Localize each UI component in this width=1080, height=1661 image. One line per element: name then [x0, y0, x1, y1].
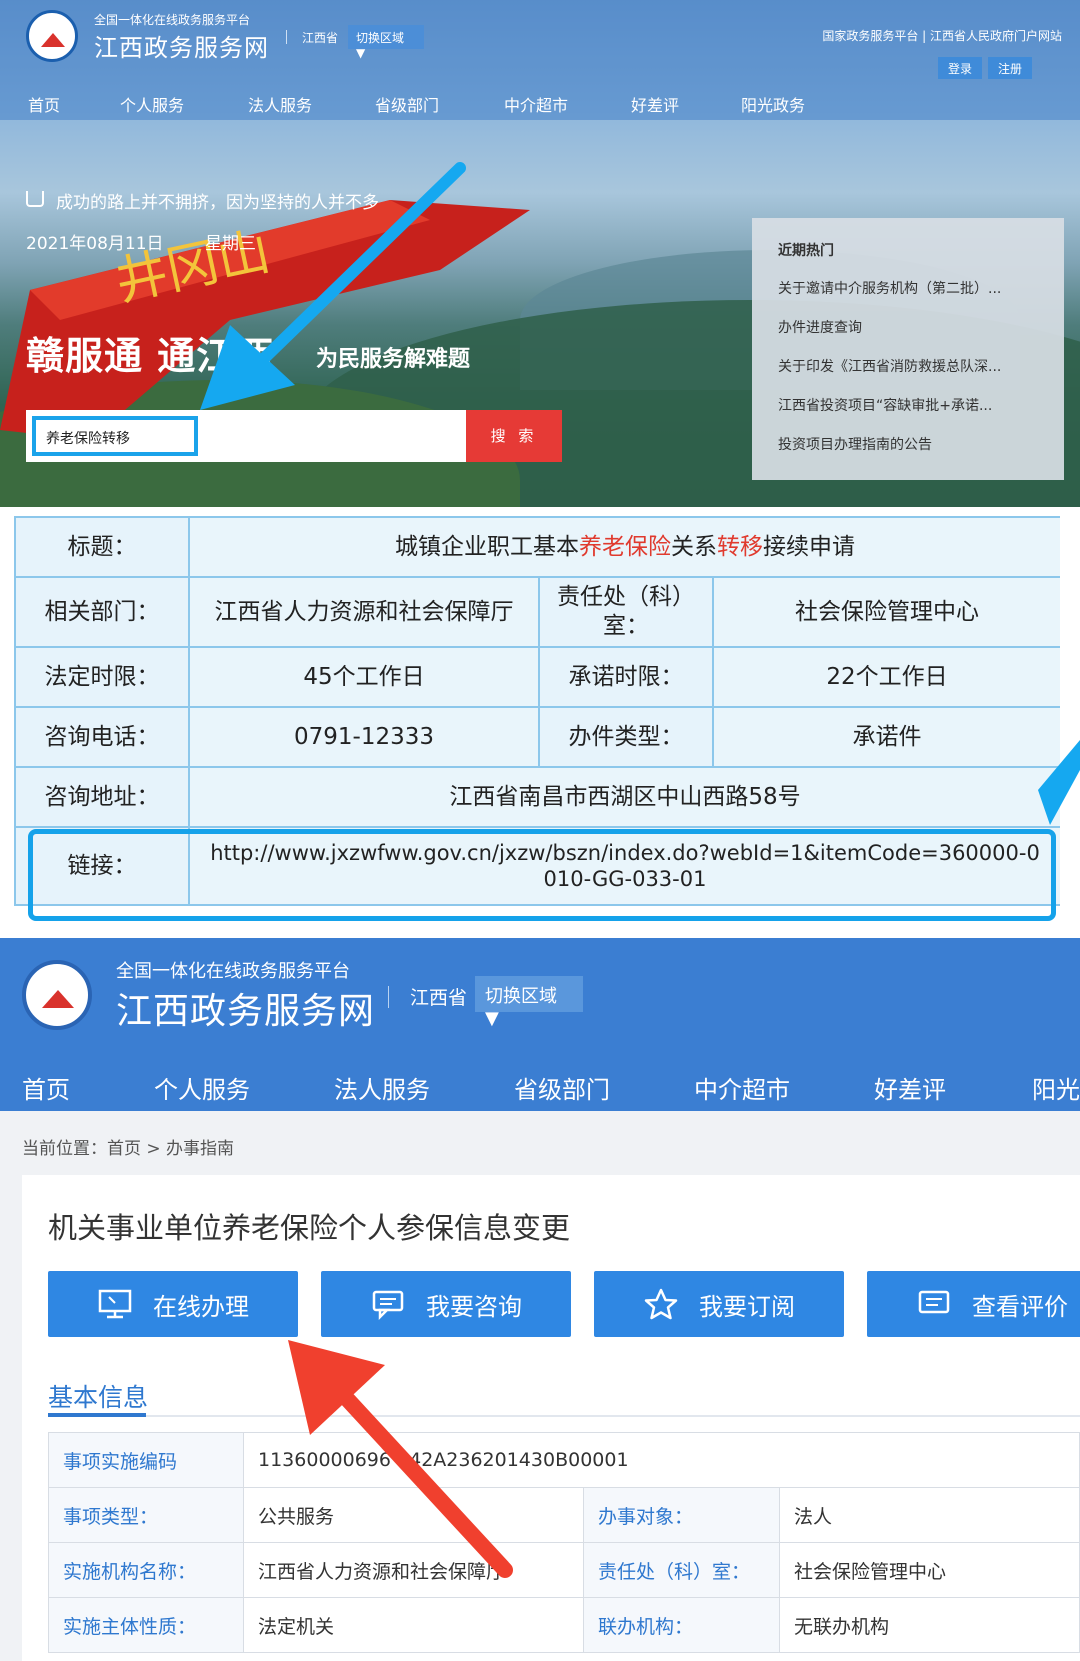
hot-topics-panel: 近期热门 关于邀请中介服务机构（第二批）... 办件进度查询 关于印发《江西省消… [752, 218, 1064, 480]
legal-limit-label: 法定时限： [16, 648, 190, 708]
target-value: 法人 [780, 1488, 1080, 1543]
office-value: 社会保险管理中心 [714, 578, 1060, 648]
nav-home[interactable]: 首页 [28, 92, 60, 116]
link-highlight-box [28, 829, 1056, 921]
search-button[interactable]: 搜 索 [466, 410, 562, 462]
online-handle-label: 在线办理 [153, 1292, 249, 1321]
promise-limit-value: 22个工作日 [714, 648, 1060, 708]
nav-legal-person[interactable]: 法人服务 [334, 1070, 430, 1105]
nav-rating[interactable]: 好差评 [874, 1070, 946, 1105]
item-type-label: 事项类型： [48, 1488, 244, 1543]
office-label: 责任处（科）室： [540, 578, 714, 648]
hot-item[interactable]: 江西省投资项目“容缺审批+承诺... [778, 395, 992, 415]
joint-agency-value: 无联办机构 [780, 1598, 1080, 1653]
switch-region-dropdown[interactable]: 切换区域 ▼ [475, 976, 583, 1029]
monitor-icon [98, 1289, 132, 1319]
legal-limit-value: 45个工作日 [190, 648, 540, 708]
composite-screenshot: { "hero": { "platform_subtitle": "全国一体化在… [0, 0, 1080, 1661]
cup-icon [26, 191, 44, 207]
province-label: 江西省 [410, 987, 468, 1009]
address-label: 咨询地址： [16, 768, 190, 828]
dept-label: 相关部门： [16, 578, 190, 648]
annotation-arrow-blue [200, 162, 466, 410]
nav-agency-market[interactable]: 中介超市 [694, 1070, 790, 1105]
date: 2021年08月11日 [26, 234, 164, 254]
site-name[interactable]: 江西政务服务网 [116, 982, 375, 1034]
nav-rating[interactable]: 好差评 [631, 92, 679, 116]
site-logo[interactable] [26, 10, 78, 62]
hot-item[interactable]: 关于印发《江西省消防救援总队深... [778, 356, 1001, 376]
nav-personal[interactable]: 个人服务 [154, 1070, 250, 1105]
site-logo[interactable] [22, 960, 92, 1030]
subscribe-label: 我要订阅 [699, 1292, 795, 1321]
phone-value: 0791-12333 [190, 708, 540, 768]
hot-item[interactable]: 投资项目办理指南的公告 [778, 434, 932, 454]
nav-legal-person[interactable]: 法人服务 [248, 92, 312, 116]
annotation-arrow-blue [1038, 740, 1080, 825]
nav-home[interactable]: 首页 [22, 1070, 70, 1105]
comment-icon [918, 1290, 950, 1314]
view-reviews-button[interactable]: 查看评价 [867, 1271, 1080, 1337]
star-icon [644, 1288, 678, 1320]
nav-personal[interactable]: 个人服务 [120, 92, 184, 116]
nav-open-government[interactable]: 阳光政务 [741, 92, 805, 116]
site-name[interactable]: 江西政务服务网 [94, 28, 269, 63]
title-label: 标题： [16, 518, 190, 578]
nav-provincial-depts[interactable]: 省级部门 [375, 92, 439, 116]
consult-button[interactable]: 我要咨询 [321, 1271, 571, 1337]
page-title: 机关事业单位养老保险个人参保信息变更 [48, 1211, 571, 1245]
view-reviews-label: 查看评价 [972, 1292, 1068, 1321]
basic-info-table: 事项实施编码 11360000696 942A236201430B00001 事… [48, 1432, 1080, 1661]
agency-label: 实施机构名称： [48, 1543, 244, 1598]
breadcrumb[interactable]: 当前位置：首页 > 办事指南 [22, 1134, 234, 1159]
hot-item[interactable]: 办件进度查询 [778, 317, 862, 337]
nav-open-government[interactable]: 阳光 [1032, 1070, 1080, 1105]
login-button[interactable]: 登录 [938, 57, 983, 79]
hot-topics-title: 近期热门 [778, 243, 834, 259]
subscribe-button[interactable]: 我要订阅 [594, 1271, 844, 1337]
chat-icon [372, 1290, 404, 1320]
dept-value: 江西省人力资源和社会保障厅 [190, 578, 540, 648]
promise-limit-label: 承诺时限： [540, 648, 714, 708]
switch-region-dropdown[interactable]: 切换区域 ▼ [348, 25, 424, 60]
homepage-hero: 井冈山 全国一体化在线政务服务平台 江西政务服务网 江西省 切换区域 ▼ 国家政… [0, 0, 1080, 507]
type-label: 办件类型： [540, 708, 714, 768]
nav-provincial-depts[interactable]: 省级部门 [514, 1070, 610, 1105]
code-label: 事项实施编码 [48, 1433, 244, 1488]
register-button[interactable]: 注册 [988, 57, 1033, 79]
search-input[interactable]: 养老保险转移 [32, 416, 198, 456]
online-handle-button[interactable]: 在线办理 [48, 1271, 298, 1337]
type-value: 承诺件 [714, 708, 1060, 768]
entity-nature-label: 实施主体性质： [48, 1598, 244, 1653]
target-label: 办事对象： [584, 1488, 780, 1543]
office-value: 社会保险管理中心 [780, 1543, 1080, 1598]
office-label: 责任处（科）室： [584, 1543, 780, 1598]
top-links[interactable]: 国家政务服务平台 | 江西省人民政府门户网站 [822, 27, 1062, 44]
nav-agency-market[interactable]: 中介超市 [504, 92, 568, 116]
address-value: 江西省南昌市西湖区中山西路58号 [190, 768, 1060, 828]
hot-item[interactable]: 关于邀请中介服务机构（第二批）... [778, 278, 1001, 298]
joint-agency-label: 联办机构： [584, 1598, 780, 1653]
annotation-arrow-red [288, 1340, 513, 1578]
platform-subtitle: 全国一体化在线政务服务平台 [94, 13, 251, 27]
province-label: 江西省 [302, 31, 339, 45]
platform-subtitle: 全国一体化在线政务服务平台 [116, 961, 350, 982]
consult-label: 我要咨询 [426, 1292, 522, 1321]
entity-nature-value: 法定机关 [244, 1598, 584, 1653]
tab-basic-info[interactable]: 基本信息 [48, 1378, 148, 1414]
title-value: 城镇企业职工基本 养老保险 关系 转移 接续申请 [190, 518, 1060, 578]
phone-label: 咨询电话： [16, 708, 190, 768]
